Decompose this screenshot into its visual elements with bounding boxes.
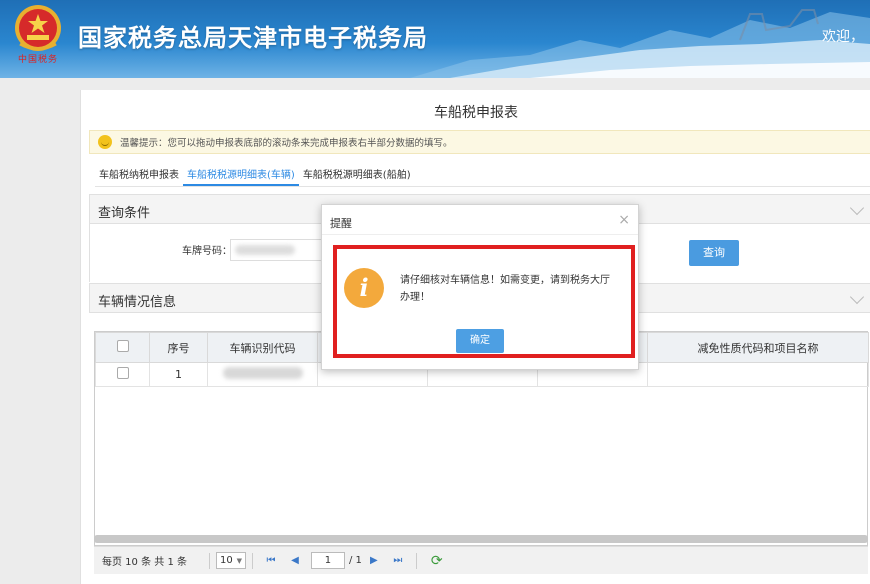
dialog-title: 提醒 — [330, 217, 352, 230]
vehicle-section-title: 车辆情况信息 — [98, 295, 177, 310]
tab-bar: 车船税纳税申报表 车船税税源明细表(车辆) 车船税税源明细表(船舶) — [95, 162, 415, 186]
column-header: 车辆识别代码 — [207, 332, 318, 363]
page-summary: 每页 10 条 共 1 条 — [102, 557, 187, 568]
query-button[interactable]: 查询 — [689, 240, 739, 266]
select-all-checkbox[interactable] — [116, 340, 129, 352]
horizontal-scrollbar[interactable] — [94, 535, 868, 543]
chevron-down-icon: ▼ — [236, 556, 242, 565]
seq-cell: 1 — [149, 362, 208, 387]
notice-text: 温馨提示：您可以拖动申报表底部的滚动条来完成申报表右半部分数据的填写。 — [120, 138, 453, 149]
row-select-cell — [95, 362, 150, 387]
page-size-select[interactable]: 10 ▼ — [215, 552, 246, 569]
tab-vehicle-detail[interactable]: 车船税税源明细表(车辆) — [183, 162, 299, 186]
dialog-message: 请仔细核对车辆信息！如需变更，请到税务大厅办理！ — [400, 275, 610, 303]
query-section-title: 查询条件 — [98, 206, 151, 221]
dialog-header: 提醒 × — [322, 205, 638, 235]
tab-divider — [95, 186, 870, 187]
info-icon: i — [344, 268, 384, 308]
page-size-value: 10 — [219, 555, 233, 566]
column-header: 减免性质代码和项目名称 — [647, 332, 869, 363]
select-all-cell — [95, 332, 150, 363]
divider — [415, 552, 417, 569]
chevron-down-icon[interactable] — [849, 200, 865, 216]
total-pages: / 1 — [348, 555, 362, 566]
emblem-caption: 中国税务 — [18, 55, 59, 65]
vin-cell — [207, 362, 318, 387]
site-title: 国家税务总局天津市电子税务局 — [78, 24, 428, 52]
row-checkbox[interactable] — [116, 367, 129, 379]
redacted-value — [235, 245, 295, 255]
pagination-bar: 每页 10 条 共 1 条 10 ▼ ⏮ ◀ 1 / 1 ▶ ⏭ ⟳ — [94, 546, 868, 574]
page-title: 车船税申报表 — [434, 105, 518, 121]
site-header: 中国税务 国家税务总局天津市电子税务局 欢迎， — [0, 0, 870, 78]
first-page-icon[interactable]: ⏮ — [263, 553, 279, 569]
welcome-text: 欢迎， — [822, 29, 864, 45]
refresh-icon[interactable]: ⟳ — [431, 553, 443, 569]
close-icon[interactable]: × — [618, 212, 630, 228]
confirm-button[interactable]: 确定 — [456, 329, 504, 353]
table-cell — [647, 362, 869, 387]
tab-vessel-detail[interactable]: 车船税税源明细表(船舶) — [299, 162, 415, 186]
notice-bar: 温馨提示：您可以拖动申报表底部的滚动条来完成申报表右半部分数据的填写。 — [89, 130, 870, 154]
redacted-value — [222, 367, 303, 379]
prev-page-icon[interactable]: ◀ — [287, 553, 303, 569]
divider — [208, 552, 210, 569]
tab-tax-declaration[interactable]: 车船税纳税申报表 — [95, 162, 183, 186]
page-number-input[interactable]: 1 — [310, 552, 345, 569]
smile-icon — [98, 135, 112, 149]
next-page-icon[interactable]: ▶ — [366, 553, 382, 569]
column-header: 序号 — [149, 332, 208, 363]
plate-label: 车牌号码： — [182, 246, 232, 257]
divider — [251, 552, 253, 569]
chevron-down-icon[interactable] — [849, 289, 865, 305]
great-wall-banner — [410, 9, 870, 78]
last-page-icon[interactable]: ⏭ — [390, 553, 406, 569]
